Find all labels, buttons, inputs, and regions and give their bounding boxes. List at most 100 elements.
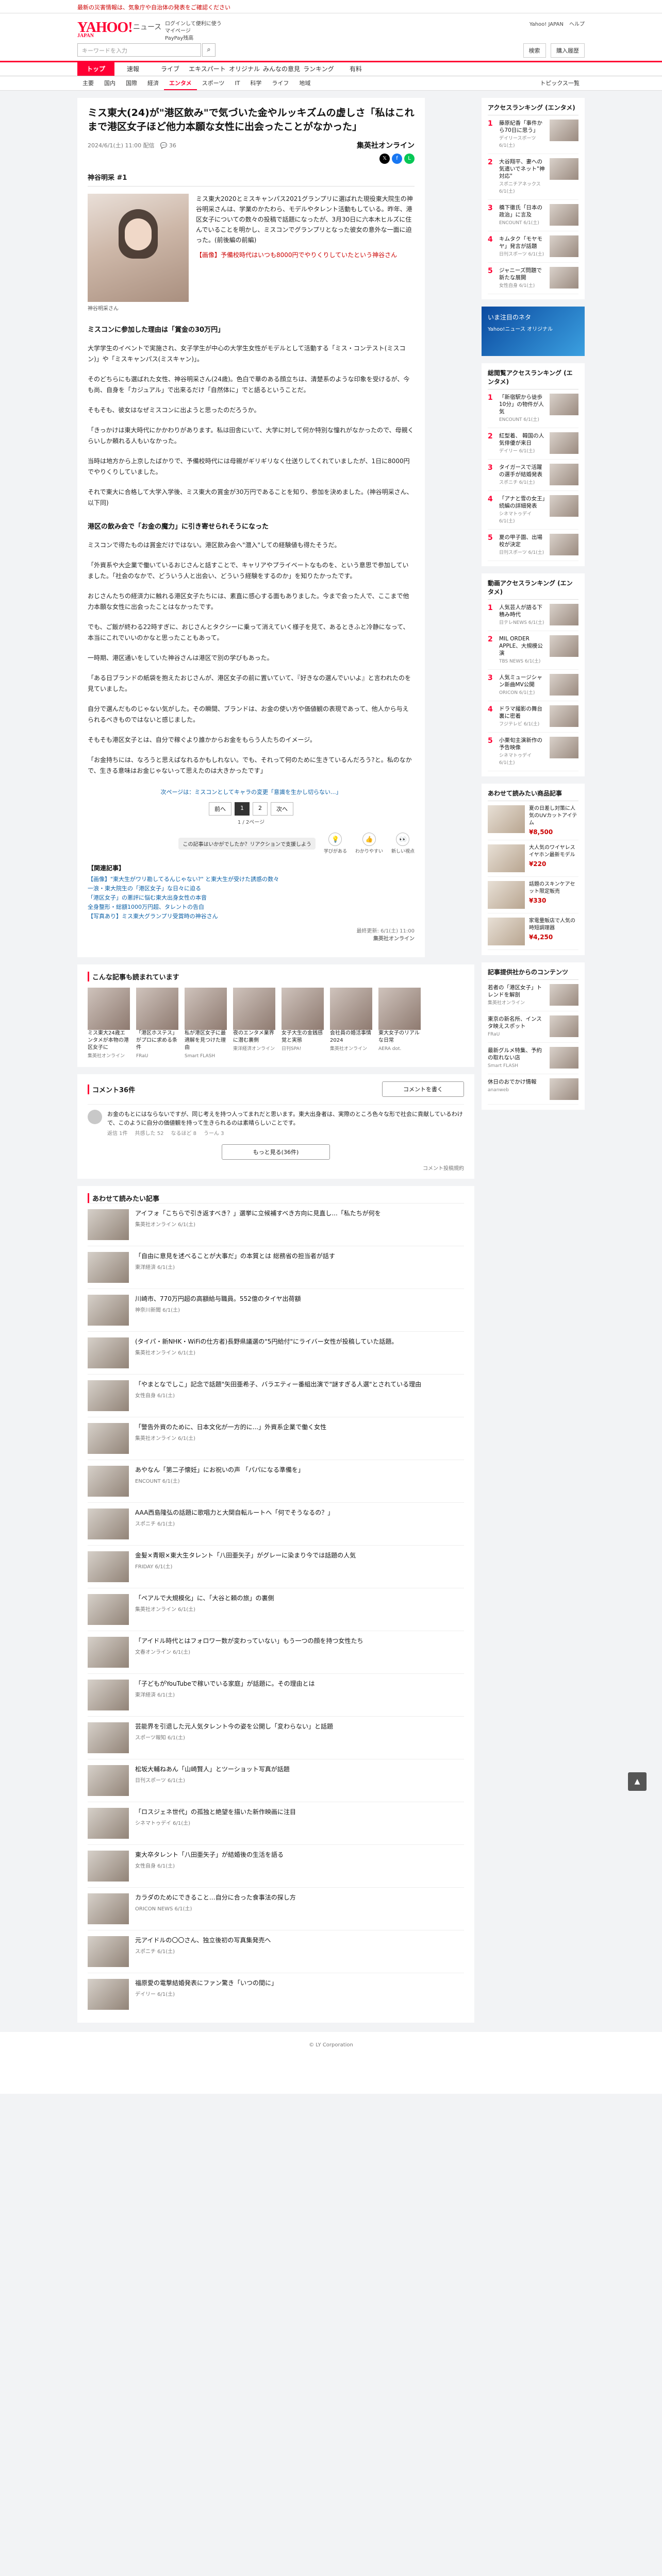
news-title[interactable]: 「ペアルで大規模化」に、「大谷と頼の旅」の裏側: [135, 1594, 274, 1603]
rank-title[interactable]: 大谷翔平、妻への気遣いでネット"神対応": [499, 159, 545, 179]
ranking-item[interactable]: 5 夏の甲子園、出場校が決定 日刊スポーツ 6/1(土): [487, 530, 578, 561]
ranking-item[interactable]: 3 橋下徹氏「日本の政治」に言及 ENCOUNT 6/1(土): [487, 200, 578, 231]
recommend-card[interactable]: 夜のエンタメ業界に潜む裏側 東洋経済オンライン: [233, 988, 275, 1060]
news-title[interactable]: 東大卒タレント「八田亜矢子」が結婚後の生活を語る: [135, 1851, 284, 1859]
search-button[interactable]: 検索: [523, 43, 546, 58]
recommend-card[interactable]: 「港区ホステス」がプロに求める条件 FRaU: [136, 988, 178, 1060]
publisher-name[interactable]: 集英社オンライン: [357, 140, 415, 150]
related-link[interactable]: 「港区女子」の悪評に悩む東大出身女性の本音: [88, 893, 415, 903]
hmm-button[interactable]: なるほど 8: [171, 1129, 196, 1138]
shopping-item[interactable]: 大人気のワイヤレスイヤホン最新モデル ¥220: [487, 840, 578, 877]
agree-button[interactable]: 共感した 52: [135, 1129, 164, 1138]
help-link[interactable]: ヘルプ: [569, 22, 585, 27]
product-title[interactable]: 家電量販店で人気の時短調理器: [529, 918, 578, 932]
ranking-item[interactable]: 2 紅型着、 韓国の人気俳優が来日 デイリー 6/1(土): [487, 428, 578, 460]
mypage-link[interactable]: マイページ: [165, 28, 222, 35]
shopping-item[interactable]: 夏の日差し対策に人気のUVカットアイテム ¥8,500: [487, 801, 578, 840]
rank-title[interactable]: 「アナと雪の女王」続編の詳細発表: [499, 496, 545, 509]
rank-title[interactable]: ドラマ撮影の舞台裏に密着: [499, 706, 542, 719]
ranking-item[interactable]: 4 ドラマ撮影の舞台裏に密着 フジテレビ 6/1(土): [487, 701, 578, 733]
write-comment-button[interactable]: コメントを書く: [382, 1081, 464, 1097]
news-title[interactable]: 「子どもがYouTubeで稼いでいる家庭」が話題に。その理由とは: [135, 1680, 315, 1688]
related-link[interactable]: 全身整形・総額1000万円超、タレントの告白: [88, 903, 415, 912]
news-title[interactable]: アイフォ「こちらで引き返すべき？」選挙に立候補すべき方向に見直し...「私たちが…: [135, 1209, 381, 1218]
news-item[interactable]: 金髪×青眼×東大生タレント「八田亜矢子」がグレーに染まり今では話題の人気 FRID…: [88, 1545, 464, 1588]
cat-entertainment[interactable]: エンタメ: [164, 76, 197, 90]
purchase-history-button[interactable]: 購入履歴: [551, 43, 585, 58]
news-title[interactable]: 松坂大輔ねあん「山崎賢人」とツーショット写真が話題: [135, 1765, 290, 1774]
promo-banner[interactable]: いま注目のネタ Yahoo!ニュース オリジナル: [481, 307, 585, 356]
news-title[interactable]: カラダのためにできること…自分に合った食事法の探し方: [135, 1893, 296, 1902]
cat-science[interactable]: 科学: [245, 76, 267, 90]
gnav-opinion[interactable]: みんなの意見: [263, 62, 300, 76]
rank-title[interactable]: 「新宿駅から徒歩10分」の物件が人気: [499, 394, 544, 415]
news-title[interactable]: あやなん「第二子懐妊」にお祝いの声 「パパになる準備を」: [135, 1466, 304, 1475]
rank-title[interactable]: 夏の甲子園、出場校が決定: [499, 534, 542, 548]
line-share-icon[interactable]: L: [404, 154, 415, 164]
more-comments-button[interactable]: もっと見る(36件): [221, 1144, 330, 1160]
search-icon[interactable]: ⌕: [202, 43, 216, 57]
rank-title[interactable]: 人気芸人が語る下積み時代: [499, 604, 542, 618]
news-item[interactable]: 福原愛の電撃結婚発表にファン驚き「いつの間に」 デイリー 6/1(土): [88, 1973, 464, 2015]
recommend-card[interactable]: 東大女子のリアルな日常 AERA dot.: [378, 988, 421, 1060]
ranking-item[interactable]: 1 人気芸人が語る下積み時代 日テレNEWS 6/1(土): [487, 600, 578, 631]
yahoo-japan-link[interactable]: Yahoo! JAPAN: [529, 22, 564, 27]
page-top-button[interactable]: ▲: [628, 1772, 647, 1791]
gnav-breaking[interactable]: 速報: [114, 62, 152, 76]
news-title[interactable]: 「ロスジェネ世代」の孤独と絶望を描いた新作映画に注目: [135, 1808, 296, 1817]
news-item[interactable]: 川崎市、770万円超の高額給与職員。552億のタイヤ出荷額 神奈川新聞 6/1(土…: [88, 1289, 464, 1331]
news-title[interactable]: 元アイドルの〇〇さん、独立後初の写真集発売へ: [135, 1936, 271, 1945]
comment-policy-link[interactable]: コメント投稿規約: [88, 1164, 464, 1172]
news-item[interactable]: 「アイドル時代とはフォロワー数が変わっていない」もう一つの顔を持つ女性たち 文春オ…: [88, 1631, 464, 1673]
news-title[interactable]: AAA西島隆弘の話題に歌唱力と大関自転ルートへ「何でそうなるの？」: [135, 1509, 334, 1517]
disagree-button[interactable]: うーん 3: [204, 1129, 224, 1138]
news-title[interactable]: 芸能界を引退した元人気タレント今の姿を公開し「変わらない」と話題: [135, 1722, 333, 1731]
ranking-item[interactable]: 1 藤原紀香「事件から70日に思う」 デイリースポーツ 6/1(土): [487, 115, 578, 154]
rank-title[interactable]: 藤原紀香「事件から70日に思う」: [499, 120, 542, 133]
news-item[interactable]: 芸能界を引退した元人気タレント今の姿を公開し「変わらない」と話題 スポーツ報知 6…: [88, 1716, 464, 1759]
rank-title[interactable]: ジャニーズ問題で新たな展開: [499, 267, 542, 281]
news-item[interactable]: 「警告外資のために、日本文化が一方的に...」外資系企業で働く女性 集英社オンライ…: [88, 1417, 464, 1460]
ranking-item[interactable]: 3 タイガースで活躍の選手が結婚発表 スポニチ 6/1(土): [487, 460, 578, 491]
reaction-learn-button[interactable]: 💡 学びがある: [324, 833, 347, 854]
news-item[interactable]: (タイパ・新NHK・WiFiの仕方者)長野県議選の"5円給付"にライバー女性が投…: [88, 1331, 464, 1374]
provider-item[interactable]: 休日のおでかけ情報 ananweb: [487, 1074, 578, 1105]
page-1-button[interactable]: 1: [235, 802, 250, 816]
ranking-item[interactable]: 5 小栗旬主演新作の予告映像 シネマトゥデイ 6/1(土): [487, 733, 578, 771]
cat-economy[interactable]: 経済: [142, 76, 164, 90]
cat-main[interactable]: 主要: [77, 76, 99, 90]
publisher-footer[interactable]: 集英社オンライン: [373, 936, 415, 942]
product-title[interactable]: 話題のスキンケアセット限定販売: [529, 881, 578, 895]
news-item[interactable]: 「やまとなでしこ」記念で話題"矢田亜希子、バラエティー番組出演で"謎すぎる人選"…: [88, 1374, 464, 1417]
x-share-icon[interactable]: 𝕏: [379, 154, 390, 164]
comment-count[interactable]: 36: [169, 142, 176, 149]
news-item[interactable]: 「子どもがYouTubeで稼いでいる家庭」が話題に。その理由とは 東洋経済 6/1…: [88, 1673, 464, 1716]
reaction-new-view-button[interactable]: 👀 新しい視点: [391, 833, 415, 854]
news-item[interactable]: AAA西島隆弘の話題に歌唱力と大関自転ルートへ「何でそうなるの？」 スポニチ 6/…: [88, 1502, 464, 1545]
provider-title[interactable]: 休日のおでかけ情報: [488, 1079, 537, 1085]
news-title[interactable]: 川崎市、770万円超の高額給与職員。552億のタイヤ出荷額: [135, 1295, 301, 1303]
gnav-live[interactable]: ライブ: [152, 62, 189, 76]
topics-list-link[interactable]: トピックス一覧: [535, 76, 585, 91]
news-title[interactable]: 「やまとなでしこ」記念で話題"矢田亜希子、バラエティー番組出演で"謎すぎる人選"…: [135, 1380, 421, 1389]
provider-item[interactable]: 東京の新名所、インスタ映えスポット FRaU: [487, 1011, 578, 1043]
ranking-item[interactable]: 2 MIL ORDER APPLE、大規模公演 TBS NEWS 6/1(土): [487, 631, 578, 670]
cat-domestic[interactable]: 国内: [99, 76, 121, 90]
provider-item[interactable]: 最新グルメ特集、予約の取れない店 Smart FLASH: [487, 1043, 578, 1074]
reaction-clear-button[interactable]: 👍 わかりやすい: [355, 833, 383, 854]
news-item[interactable]: 「ペアルで大規模化」に、「大谷と頼の旅」の裏側 集英社オンライン 6/1(土): [88, 1588, 464, 1631]
rank-title[interactable]: MIL ORDER APPLE、大規模公演: [499, 636, 543, 656]
product-title[interactable]: 大人気のワイヤレスイヤホン最新モデル: [529, 844, 578, 859]
search-input[interactable]: キーワードを入力: [77, 43, 201, 57]
gnav-top[interactable]: トップ: [77, 62, 114, 76]
rank-title[interactable]: キムタク「モヤモヤ」発言が話題: [499, 236, 542, 249]
ranking-item[interactable]: 4 キムタク「モヤモヤ」発言が話題 日刊スポーツ 6/1(土): [487, 231, 578, 263]
cat-life[interactable]: ライフ: [267, 76, 294, 90]
news-title[interactable]: 「アイドル時代とはフォロワー数が変わっていない」もう一つの顔を持つ女性たち: [135, 1637, 363, 1646]
ranking-item[interactable]: 1 「新宿駅から徒歩10分」の物件が人気 ENCOUNT 6/1(土): [487, 389, 578, 428]
ranking-item[interactable]: 5 ジャニーズ問題で新たな展開 女性自身 6/1(土): [487, 263, 578, 294]
cat-it[interactable]: IT: [229, 76, 245, 90]
ranking-item[interactable]: 3 人気ミュージシャン新曲MV公開 ORICON 6/1(土): [487, 670, 578, 701]
prev-page-button[interactable]: 前へ: [209, 802, 231, 816]
cat-local[interactable]: 地域: [294, 76, 316, 90]
